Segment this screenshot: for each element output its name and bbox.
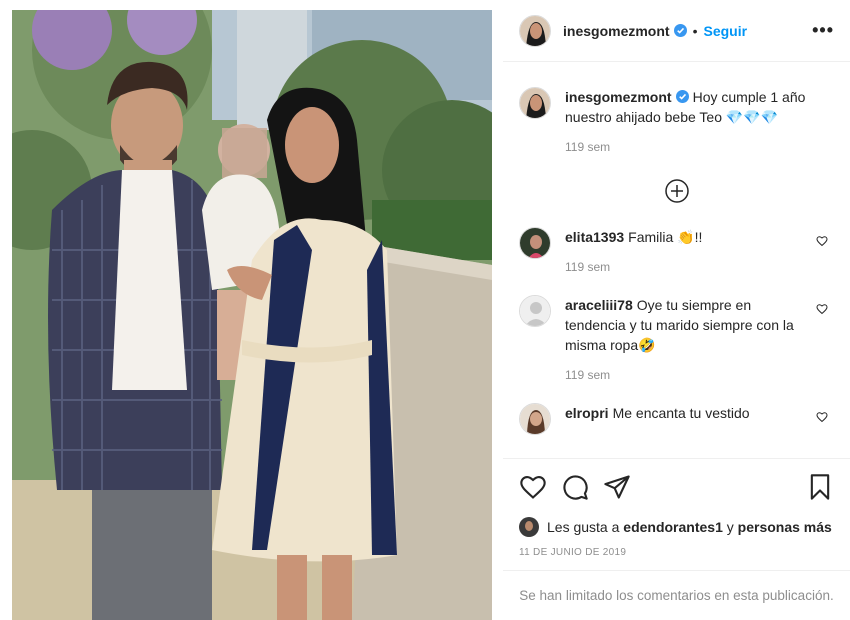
post-caption: inesgomezmont Hoy cumple 1 año nuestro ah… (519, 63, 834, 157)
comment-body: elita1393 Familia 👏!! 119 sem (565, 227, 815, 277)
verified-badge-icon (673, 24, 687, 37)
comment-bubble-icon[interactable] (561, 473, 589, 501)
author-avatar[interactable] (519, 87, 551, 119)
verified-badge-icon (675, 90, 689, 103)
follow-button[interactable]: Seguir (703, 23, 747, 39)
comment-text: Familia 👏!! (628, 229, 703, 245)
load-more-comments[interactable] (519, 179, 834, 203)
likes-summary: Les gusta a edendorantes1 y personas más (519, 517, 834, 537)
commenter-avatar[interactable] (519, 295, 551, 327)
heart-icon[interactable] (519, 473, 547, 501)
comment-text: Me encanta tu vestido (612, 405, 750, 421)
author-avatar[interactable] (519, 14, 551, 47)
post-image (12, 10, 492, 620)
header-separator: • (692, 22, 698, 39)
heart-icon[interactable] (816, 235, 828, 247)
commenter-avatar[interactable] (519, 403, 551, 435)
comment-body: araceliii78 Oye tu siempre en tendencia y… (565, 295, 815, 385)
post-date[interactable]: 11 DE JUNIO DE 2019 (519, 547, 834, 558)
comment-item: elropri Me encanta tu vestido (519, 403, 834, 435)
caption-body: inesgomezmont Hoy cumple 1 año nuestro ah… (565, 87, 815, 157)
comment-timestamp[interactable]: 119 sem (565, 257, 815, 277)
comment-item: araceliii78 Oye tu siempre en tendencia y… (519, 295, 834, 385)
comment-username[interactable]: elropri (565, 405, 609, 421)
comment-username[interactable]: araceliii78 (565, 297, 633, 313)
comments-section[interactable]: inesgomezmont Hoy cumple 1 año nuestro ah… (503, 63, 850, 458)
comments-limited-notice: Se han limitado los comentarios en esta … (503, 570, 850, 620)
caption-timestamp[interactable]: 119 sem (565, 137, 815, 157)
post-photo[interactable] (12, 10, 492, 620)
action-icons-row (519, 473, 834, 501)
comment-timestamp[interactable]: 119 sem (565, 365, 815, 385)
likes-prefix: Les gusta a (547, 519, 620, 535)
comment-username[interactable]: elita1393 (565, 229, 624, 245)
plus-circle-icon[interactable] (664, 179, 689, 203)
likes-conjunction: y (726, 519, 734, 535)
post-side-panel: inesgomezmont • Seguir ••• inesgomezmont… (503, 0, 850, 620)
caption-username[interactable]: inesgomezmont (565, 89, 672, 105)
post-header: inesgomezmont • Seguir ••• (503, 0, 850, 62)
comment-item: elita1393 Familia 👏!! 119 sem (519, 227, 834, 277)
more-options-icon[interactable]: ••• (812, 20, 834, 41)
commenter-avatar[interactable] (519, 227, 551, 259)
comment-body: elropri Me encanta tu vestido (565, 403, 815, 435)
likes-others-link[interactable]: personas más (738, 519, 832, 535)
author-username[interactable]: inesgomezmont (563, 23, 670, 39)
paper-plane-icon[interactable] (603, 473, 631, 501)
heart-icon[interactable] (816, 411, 828, 423)
liker-avatar[interactable] (519, 517, 539, 537)
post-actions: Les gusta a edendorantes1 y personas más… (503, 458, 850, 558)
heart-icon[interactable] (816, 303, 828, 315)
liker-username[interactable]: edendorantes1 (623, 519, 723, 535)
bookmark-icon[interactable] (806, 473, 834, 501)
